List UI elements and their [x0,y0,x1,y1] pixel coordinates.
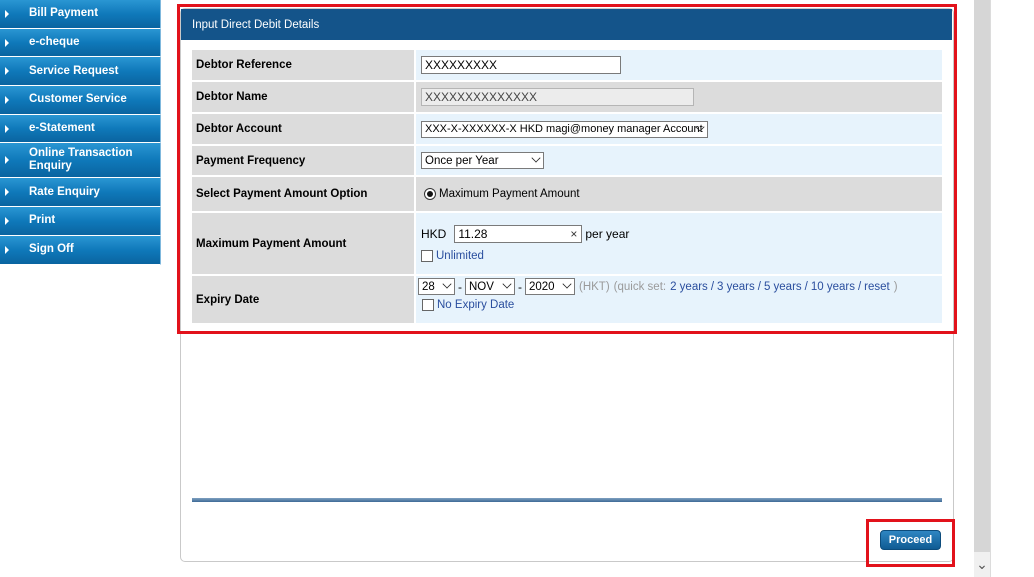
section-divider [192,498,942,502]
arrow-right-icon [5,245,9,254]
arrow-right-icon [5,124,9,133]
sidebar-item-bill-payment[interactable]: Bill Payment [0,0,161,29]
highlight-form-box [177,4,957,334]
sidebar-item-label: Online Transaction Enquiry [29,147,133,173]
highlight-proceed-box [866,519,955,567]
sidebar-item-label: Rate Enquiry [29,185,100,198]
sidebar-item-label: Print [29,214,56,227]
sidebar-item-print[interactable]: Print [0,207,161,236]
sidebar-item-label: e-cheque [29,36,80,49]
arrow-right-icon [5,216,9,225]
sidebar-menu: Bill Payment e-cheque Service Request Cu… [0,0,161,265]
chevron-down-icon: ⌄ [976,556,988,572]
arrow-right-icon [5,156,9,165]
sidebar-item-label: Customer Service [29,93,127,106]
sidebar-item-online-transaction-enquiry[interactable]: Online Transaction Enquiry [0,143,161,179]
right-gutter [990,0,1034,577]
sidebar-item-label: Sign Off [29,243,74,256]
arrow-right-icon [5,67,9,76]
arrow-right-icon [5,95,9,104]
sidebar-item-sign-off[interactable]: Sign Off [0,235,161,265]
sidebar-item-rate-enquiry[interactable]: Rate Enquiry [0,178,161,208]
sidebar-item-label: e-Statement [29,122,95,135]
arrow-right-icon [5,188,9,197]
sidebar-item-service-request[interactable]: Service Request [0,57,161,87]
sidebar-item-label: Service Request [29,64,119,77]
sidebar-item-e-cheque[interactable]: e-cheque [0,28,161,58]
sidebar-item-e-statement[interactable]: e-Statement [0,114,161,144]
vertical-scrollbar[interactable] [974,0,990,577]
arrow-right-icon [5,9,9,18]
sidebar-item-customer-service[interactable]: Customer Service [0,86,161,115]
arrow-right-icon [5,38,9,47]
scroll-down-button[interactable]: ⌄ [974,552,990,577]
sidebar-item-label: Bill Payment [29,7,99,20]
